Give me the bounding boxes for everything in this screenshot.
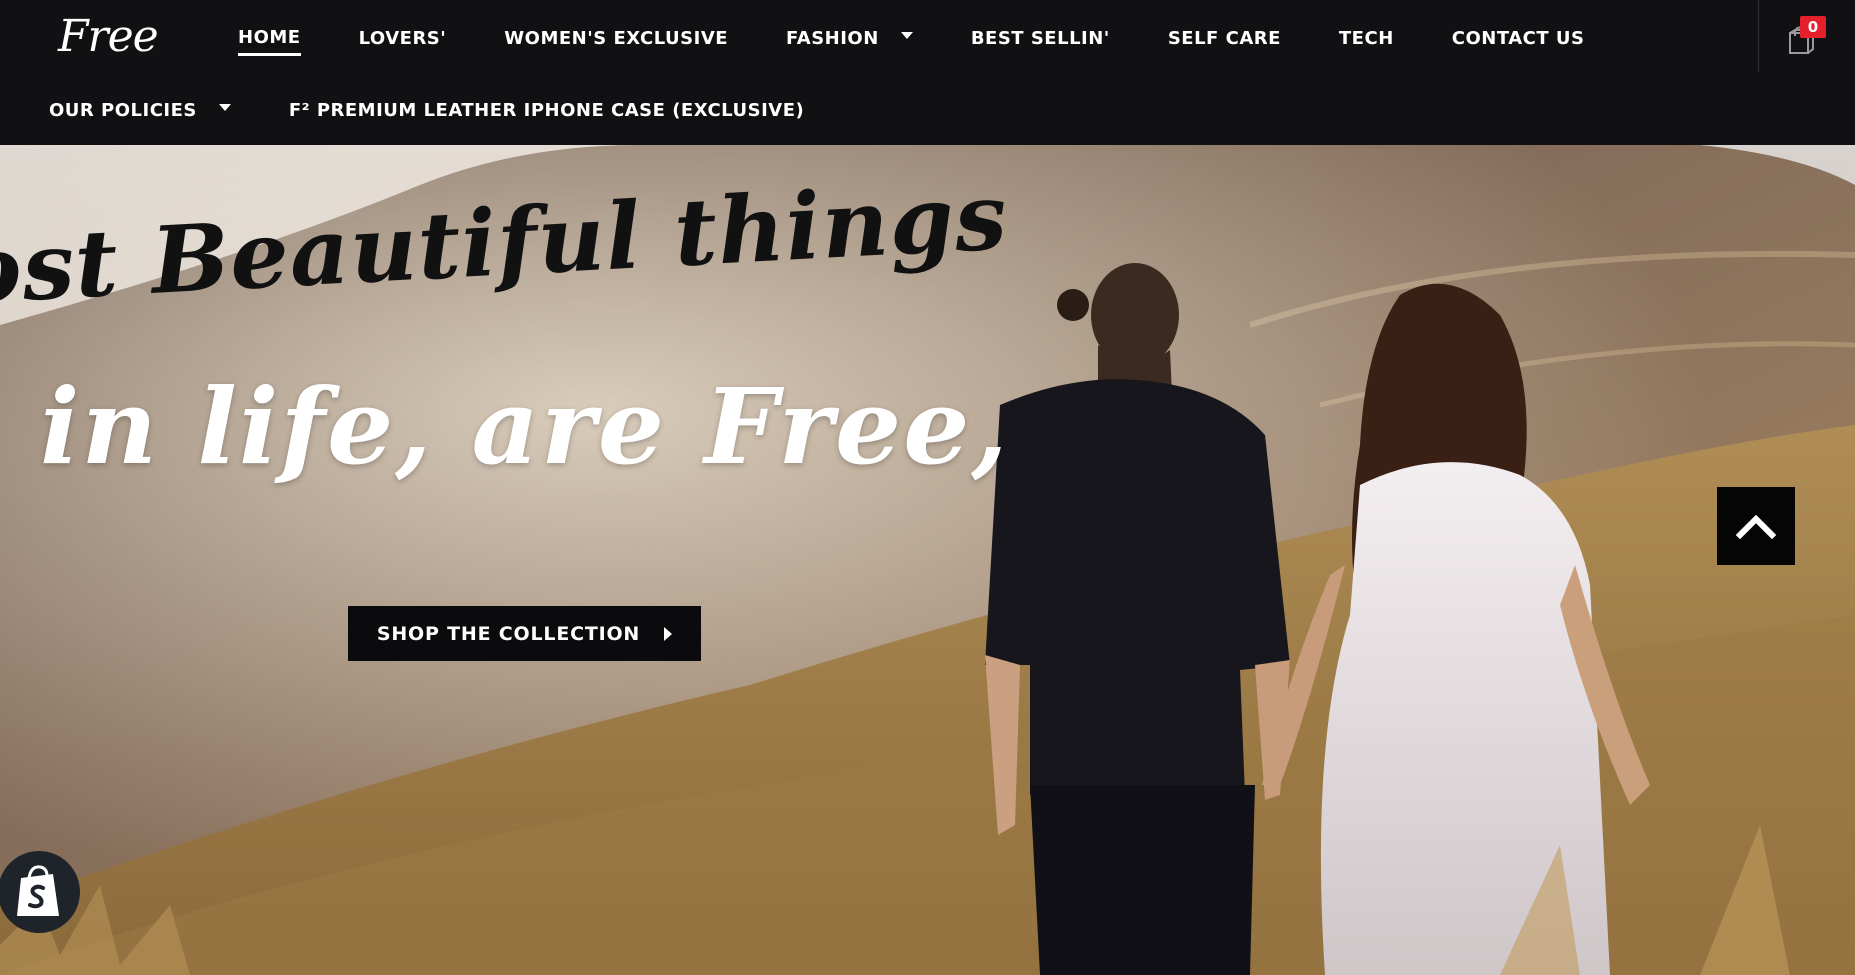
nav-item-contact-us[interactable]: CONTACT US [1452,22,1585,56]
site-logo[interactable]: Free [58,8,159,66]
nav-item-tech[interactable]: TECH [1339,22,1394,56]
nav-item-leather-iphone-case[interactable]: F² PREMIUM LEATHER IPHONE CASE (EXCLUSIV… [289,94,804,128]
nav-item-label: TECH [1338,27,1394,49]
nav-item-label: WOMEN'S EXCLUSIVE [504,27,729,49]
primary-nav: HOME LOVERS' WOMEN'S EXCLUSIVE FASHION B… [238,22,1643,56]
nav-item-fashion[interactable]: FASHION [786,22,913,56]
scroll-to-top-button[interactable] [1717,487,1795,565]
nav-item-our-policies[interactable]: OUR POLICIES [49,94,231,128]
caret-down-icon [218,103,231,111]
header-divider [1758,0,1759,72]
secondary-nav: OUR POLICIES F² PREMIUM LEATHER IPHONE C… [49,94,862,128]
shopify-bag-icon [17,865,59,916]
nav-item-label: OUR POLICIES [49,99,197,121]
hero-headline-line2: in life, are Free, [40,365,1010,488]
nav-item-best-sellin[interactable]: BEST SELLIN' [971,22,1110,56]
nav-item-lovers[interactable]: LOVERS' [359,22,447,56]
shop-button-label: SHOP THE COLLECTION [376,622,641,645]
nav-item-label: CONTACT US [1451,27,1585,49]
nav-item-label: BEST SELLIN' [970,27,1110,49]
shopify-button[interactable] [0,851,80,933]
site-header: Free HOME LOVERS' WOMEN'S EXCLUSIVE FASH… [0,0,1855,145]
nav-item-label: HOME [238,27,301,48]
nav-item-label: FASHION [786,27,879,49]
nav-item-womens-exclusive[interactable]: WOMEN'S EXCLUSIVE [504,22,728,56]
nav-item-label: SELF CARE [1167,27,1281,49]
play-arrow-icon [664,626,673,641]
cart-count-badge: 0 [1800,16,1826,38]
nav-item-label: LOVERS' [358,27,447,49]
chevron-up-icon [1736,514,1776,539]
nav-item-label: F² PREMIUM LEATHER IPHONE CASE (EXCLUSIV… [288,99,805,121]
nav-item-self-care[interactable]: SELF CARE [1168,22,1281,56]
nav-item-home[interactable]: HOME [238,22,301,56]
shop-the-collection-button[interactable]: SHOP THE COLLECTION [348,606,701,661]
hero-banner: ost Beautiful things in life, are Free, … [0,145,1855,975]
caret-down-icon [900,31,913,39]
